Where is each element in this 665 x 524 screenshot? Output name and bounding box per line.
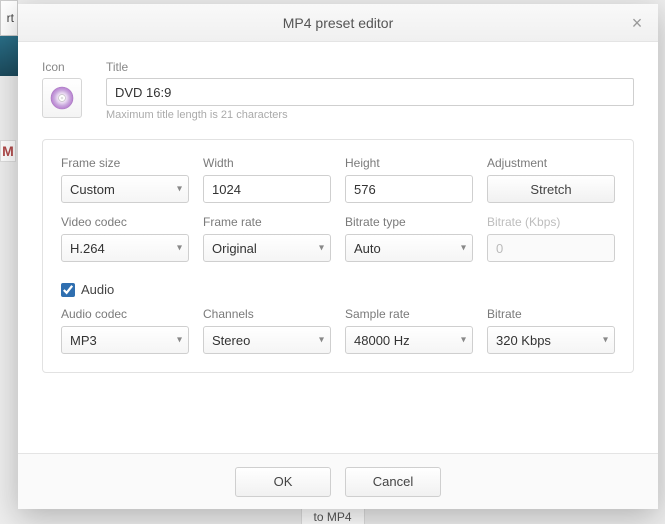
video-bitrate-input xyxy=(487,234,615,262)
frame-rate-select[interactable]: Original ▾ xyxy=(203,234,331,262)
channels-select[interactable]: Stereo ▾ xyxy=(203,326,331,354)
title-label: Title xyxy=(106,60,634,74)
settings-panel: Frame size Custom ▾ Width Height xyxy=(42,139,634,373)
sample-rate-select[interactable]: 48000 Hz ▾ xyxy=(345,326,473,354)
disc-icon xyxy=(49,85,75,111)
bg-bar xyxy=(0,36,18,76)
icon-label: Icon xyxy=(42,60,88,74)
sample-rate-label: Sample rate xyxy=(345,307,473,321)
channels-label: Channels xyxy=(203,307,331,321)
close-button[interactable]: × xyxy=(626,12,648,34)
bitrate-type-select[interactable]: Auto ▾ xyxy=(345,234,473,262)
modal-body: Icon xyxy=(18,42,658,453)
frame-size-label: Frame size xyxy=(61,156,189,170)
chevron-down-icon: ▾ xyxy=(319,243,324,254)
preset-editor-modal: MP4 preset editor × Icon xyxy=(18,4,658,509)
video-bitrate-label: Bitrate (Kbps) xyxy=(487,215,615,229)
height-input[interactable] xyxy=(345,175,473,203)
channels-value: Stereo xyxy=(212,333,250,348)
modal-title: MP4 preset editor xyxy=(283,15,394,31)
audio-bitrate-label: Bitrate xyxy=(487,307,615,321)
modal-header: MP4 preset editor × xyxy=(18,4,658,42)
width-label: Width xyxy=(203,156,331,170)
title-hint: Maximum title length is 21 characters xyxy=(106,109,634,121)
audio-bitrate-select[interactable]: 320 Kbps ▾ xyxy=(487,326,615,354)
video-codec-label: Video codec xyxy=(61,215,189,229)
chevron-down-icon: ▾ xyxy=(177,243,182,254)
audio-codec-label: Audio codec xyxy=(61,307,189,321)
close-icon: × xyxy=(632,13,643,34)
audio-bitrate-value: 320 Kbps xyxy=(496,333,551,348)
audio-checkbox[interactable] xyxy=(61,283,75,297)
modal-footer: OK Cancel xyxy=(18,453,658,509)
width-input[interactable] xyxy=(203,175,331,203)
bitrate-type-label: Bitrate type xyxy=(345,215,473,229)
chevron-down-icon: ▾ xyxy=(177,184,182,195)
chevron-down-icon: ▾ xyxy=(319,335,324,346)
frame-rate-value: Original xyxy=(212,241,257,256)
stretch-button[interactable]: Stretch xyxy=(487,175,615,203)
audio-codec-value: MP3 xyxy=(70,333,97,348)
frame-size-select[interactable]: Custom ▾ xyxy=(61,175,189,203)
chevron-down-icon: ▾ xyxy=(603,335,608,346)
adjustment-label: Adjustment xyxy=(487,156,615,170)
sample-rate-value: 48000 Hz xyxy=(354,333,410,348)
ok-button[interactable]: OK xyxy=(235,467,331,497)
chevron-down-icon: ▾ xyxy=(461,243,466,254)
video-codec-select[interactable]: H.264 ▾ xyxy=(61,234,189,262)
cancel-button[interactable]: Cancel xyxy=(345,467,441,497)
bg-tab: rt xyxy=(0,0,18,36)
audio-codec-select[interactable]: MP3 ▾ xyxy=(61,326,189,354)
chevron-down-icon: ▾ xyxy=(461,335,466,346)
height-label: Height xyxy=(345,156,473,170)
bg-letter: M xyxy=(0,140,16,162)
bitrate-type-value: Auto xyxy=(354,241,381,256)
frame-rate-label: Frame rate xyxy=(203,215,331,229)
frame-size-value: Custom xyxy=(70,182,115,197)
audio-checkbox-label: Audio xyxy=(81,282,114,297)
chevron-down-icon: ▾ xyxy=(177,335,182,346)
title-input[interactable] xyxy=(106,78,634,106)
video-codec-value: H.264 xyxy=(70,241,105,256)
preset-icon-picker[interactable] xyxy=(42,78,82,118)
